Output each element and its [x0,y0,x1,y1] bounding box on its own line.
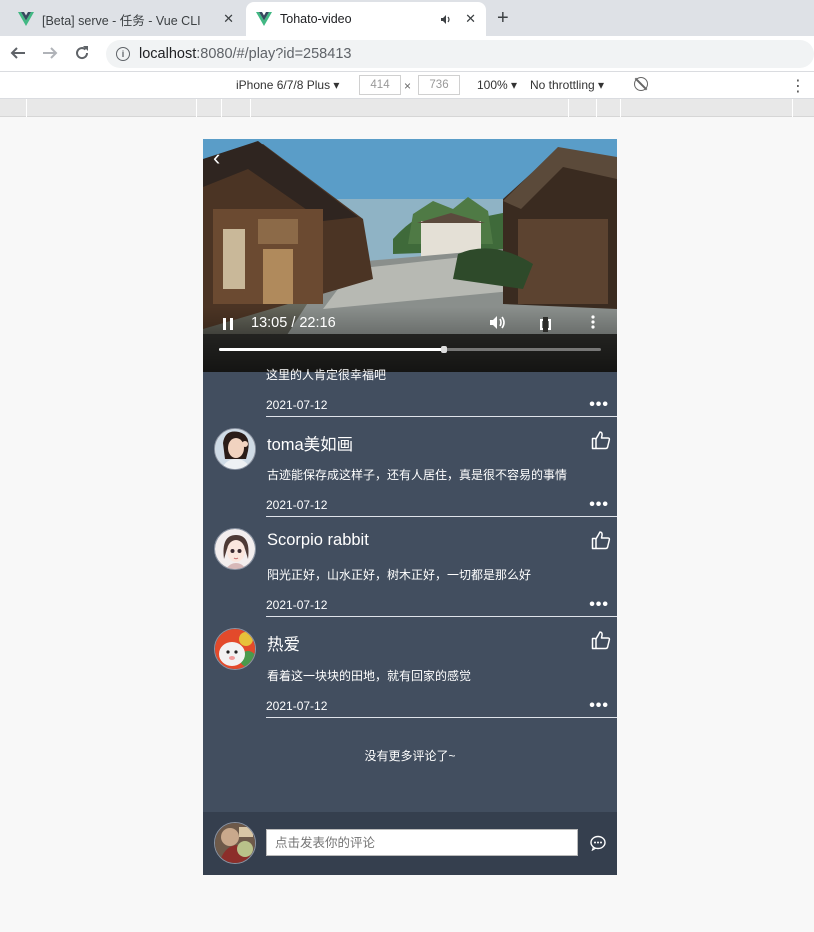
forward-arrow-icon[interactable] [42,45,58,61]
viewport-width-field[interactable]: 414 [359,75,401,95]
comment-more-icon[interactable]: ••• [589,496,609,514]
comment-date: 2021-07-12 [266,699,328,713]
volume-icon[interactable] [489,315,506,330]
rotate-icon[interactable] [634,77,648,91]
tab-title: Tohato-video [280,12,352,26]
progress-fill [219,348,445,351]
comment-text: 看着这一块块的田地，就有回家的感觉 [267,669,472,683]
media-query-ruler [0,99,814,117]
thumbs-up-icon[interactable] [591,430,611,450]
reload-icon[interactable] [74,45,90,61]
dimension-separator: × [404,79,412,93]
comment-text: 阳光正好，山水正好，树木正好，一切都是那么好 [267,568,532,582]
pause-icon[interactable] [223,318,233,330]
comment-input-bar [203,812,617,875]
comment-divider [266,616,617,617]
comment-more-icon[interactable]: ••• [589,596,609,614]
phone-viewport: ‹ 13:05 / 22:16 这里的人肯定很幸福吧 2021-07-12 ••… [203,139,617,875]
audio-playing-icon[interactable] [440,14,452,25]
avatar[interactable] [214,428,256,470]
more-options-icon[interactable] [591,315,595,329]
comment-author[interactable]: Scorpio rabbit [267,531,369,550]
viewport-height-field[interactable]: 736 [418,75,460,95]
comment-divider [266,717,617,718]
url-host: localhost [139,46,197,62]
comment-more-icon[interactable]: ••• [589,396,609,414]
comment-input[interactable] [266,829,578,856]
fullscreen-icon[interactable] [540,317,551,332]
close-tab-icon[interactable]: ✕ [465,11,476,27]
comment-divider [266,416,617,417]
browser-tab-strip: [Beta] serve - 任务 - Vue CLI ✕ Tohato-vid… [0,0,814,36]
my-avatar[interactable] [214,822,256,864]
comment-date: 2021-07-12 [266,598,328,612]
url-field[interactable]: i localhost:8080/#/play?id=258413 [106,40,814,68]
comment-text: 这里的人肯定很幸福吧 [266,368,387,382]
more-options-icon[interactable]: ⋮ [790,76,806,96]
zoom-select[interactable]: 100% ▾ [477,78,517,92]
vue-logo-icon [256,12,272,26]
site-info-icon[interactable]: i [116,47,130,61]
video-player[interactable]: ‹ 13:05 / 22:16 [203,139,617,372]
avatar[interactable] [214,528,256,570]
vue-logo-icon [18,12,34,26]
comment-divider [266,516,617,517]
playback-time: 13:05 / 22:16 [251,315,336,331]
comment-author[interactable]: toma美如画 [267,431,353,455]
throttling-select[interactable]: No throttling ▾ [530,78,604,92]
progress-bar[interactable] [219,346,601,353]
comment-more-icon[interactable]: ••• [589,697,609,715]
back-chevron-icon[interactable]: ‹ [213,147,220,169]
comment-list: 这里的人肯定很幸福吧 2021-07-12 ••• toma美如画 古迹能保存成… [203,368,617,812]
comment-send-icon[interactable] [590,835,606,851]
tab-title: [Beta] serve - 任务 - Vue CLI [42,13,201,28]
tab-vue-cli[interactable]: [Beta] serve - 任务 - Vue CLI ✕ [8,2,244,36]
device-select[interactable]: iPhone 6/7/8 Plus ▾ [236,78,339,92]
no-more-comments: 没有更多评论了~ [364,749,456,763]
tab-tohato-video[interactable]: Tohato-video ✕ [246,2,486,36]
thumbs-up-icon[interactable] [591,530,611,550]
progress-handle[interactable] [441,346,448,353]
back-arrow-icon[interactable] [10,45,26,61]
thumbs-up-icon[interactable] [591,630,611,650]
device-toolbar: iPhone 6/7/8 Plus ▾ 414 × 736 100% ▾ No … [0,72,814,99]
avatar[interactable] [214,628,256,670]
comment-date: 2021-07-12 [266,398,328,412]
address-bar: i localhost:8080/#/play?id=258413 [0,36,814,72]
comment-text: 古迹能保存成这样子，还有人居住，真是很不容易的事情 [267,468,568,482]
comment-author[interactable]: 热爱 [267,631,300,655]
url-path: :8080/#/play?id=258413 [196,46,352,62]
comment-date: 2021-07-12 [266,498,328,512]
new-tab-button[interactable]: + [497,8,509,28]
close-tab-icon[interactable]: ✕ [223,11,234,27]
